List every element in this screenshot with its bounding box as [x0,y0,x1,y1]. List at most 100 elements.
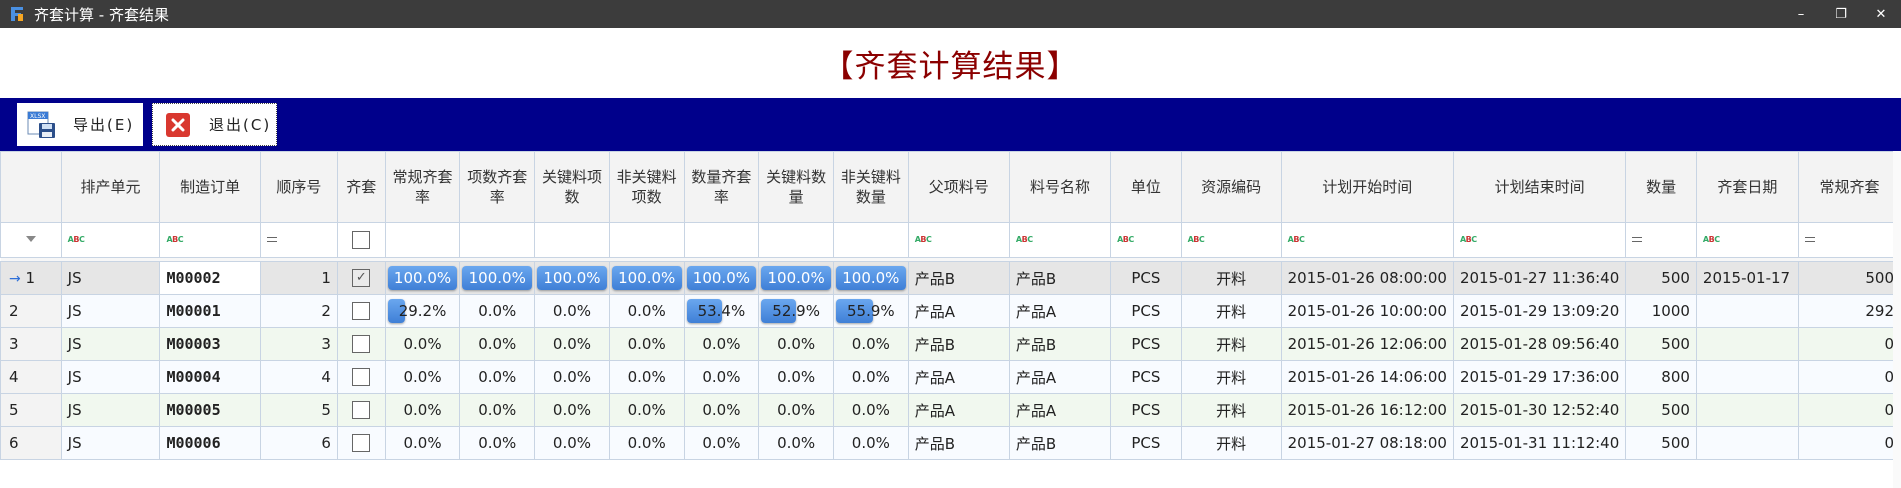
exit-button[interactable]: 退出(C) [152,103,277,146]
cell-rate[interactable]: 0.0% [384,393,461,427]
cell-uom[interactable]: PCS [1110,294,1182,328]
cell-unit[interactable]: JS [60,393,161,427]
kit-checkbox[interactable] [352,434,371,453]
column-header[interactable]: 常规齐套率 [384,151,461,223]
filter-cell[interactable] [683,222,760,258]
cell-end[interactable]: 2015-01-29 17:36:00 [1452,360,1627,394]
cell-resource[interactable]: 开料 [1180,327,1282,361]
cell-rate[interactable]: 0.0% [683,327,760,361]
cell-rate[interactable]: 0.0% [459,393,536,427]
cell-parent[interactable]: 产品A [907,294,1010,328]
table-row[interactable]: 3 JS M00003 3 0.0% 0.0% 0.0% 0.0% 0.0% 0.0% 0.0% 产品… [0,327,1901,361]
cell-kitdate[interactable] [1695,360,1799,394]
cell-rate[interactable]: 0.0% [459,360,536,394]
cell-rate[interactable]: 0.0% [758,393,834,427]
cell-qty[interactable]: 800 [1625,360,1697,394]
cell-regular[interactable]: 0 [1797,360,1901,394]
filter-cell[interactable]: ABC [1110,222,1182,258]
cell-rate[interactable]: 0.0% [534,327,610,361]
cell-qty[interactable]: 500 [1625,327,1697,361]
cell-seq[interactable]: 2 [259,294,338,328]
cell-order[interactable]: M00003 [159,327,261,361]
cell-rate[interactable]: 100.0% [384,261,461,295]
table-row[interactable]: 5 JS M00005 5 0.0% 0.0% 0.0% 0.0% 0.0% 0.0% 0.0% 产品… [0,393,1901,427]
column-header[interactable]: 计划结束时间 [1452,151,1627,223]
cell-rate[interactable]: 55.9% [832,294,909,328]
cell-seq[interactable]: 4 [259,360,338,394]
cell-parent[interactable]: 产品A [907,360,1010,394]
cell-rate[interactable]: 0.0% [534,294,610,328]
cell-rate[interactable]: 100.0% [758,261,834,295]
cell-rate[interactable]: 0.0% [534,393,610,427]
filter-cell[interactable] [259,222,338,258]
cell-regular[interactable]: 292 [1797,294,1901,328]
cell-seq[interactable]: 6 [259,426,338,460]
vertical-scrollbar[interactable] [1893,151,1901,488]
cell-unit[interactable]: JS [60,360,161,394]
cell-regular[interactable]: 500 [1797,261,1901,295]
cell-rate[interactable]: 0.0% [534,360,610,394]
cell-qty[interactable]: 500 [1625,393,1697,427]
cell-kitdate[interactable]: 2015-01-17 [1695,261,1799,295]
column-header[interactable]: 关键料数量 [758,151,834,223]
kit-checkbox[interactable] [352,302,371,321]
filter-cell[interactable] [832,222,909,258]
cell-rate[interactable]: 29.2% [384,294,461,328]
kit-checkbox[interactable] [352,335,371,354]
cell-rate[interactable]: 0.0% [758,327,834,361]
cell-order[interactable]: M00002 [159,261,261,295]
row-header[interactable]: → 1 [0,261,62,295]
cell-uom[interactable]: PCS [1110,426,1182,460]
filter-cell[interactable] [608,222,685,258]
cell-name[interactable]: 产品B [1008,261,1112,295]
cell-rate[interactable]: 53.4% [683,294,760,328]
cell-end[interactable]: 2015-01-30 12:52:40 [1452,393,1627,427]
filter-cell[interactable]: ABC [1452,222,1627,258]
cell-resource[interactable]: 开料 [1180,360,1282,394]
cell-kit[interactable] [336,360,386,394]
cell-uom[interactable]: PCS [1110,360,1182,394]
cell-rate[interactable]: 0.0% [384,360,461,394]
cell-rate[interactable]: 0.0% [683,360,760,394]
filter-cell[interactable] [459,222,536,258]
filter-cell[interactable]: ABC [1280,222,1454,258]
cell-kit[interactable] [336,294,386,328]
cell-qty[interactable]: 500 [1625,426,1697,460]
cell-unit[interactable]: JS [60,261,161,295]
cell-parent[interactable]: 产品B [907,261,1010,295]
cell-rate[interactable]: 0.0% [608,393,685,427]
cell-parent[interactable]: 产品B [907,327,1010,361]
filter-cell[interactable]: ABC [1180,222,1282,258]
minimize-button[interactable]: – [1781,0,1821,28]
cell-uom[interactable]: PCS [1110,261,1182,295]
filter-cell[interactable]: ABC [907,222,1010,258]
cell-rate[interactable]: 0.0% [608,426,685,460]
cell-kit[interactable] [336,327,386,361]
column-header[interactable]: 资源编码 [1180,151,1282,223]
cell-resource[interactable]: 开料 [1180,393,1282,427]
cell-rate[interactable]: 0.0% [459,294,536,328]
close-button[interactable]: ✕ [1861,0,1901,28]
column-header[interactable]: 顺序号 [259,151,338,223]
row-header[interactable]: 6 [0,426,62,460]
cell-parent[interactable]: 产品A [907,393,1010,427]
table-row[interactable]: 2 JS M00001 2 29.2% 0.0% 0.0% 0.0% 53.4% 52.9% 55.… [0,294,1901,328]
table-row[interactable]: 4 JS M00004 4 0.0% 0.0% 0.0% 0.0% 0.0% 0.0% 0.0% 产品… [0,360,1901,394]
column-header[interactable]: 数量齐套率 [683,151,760,223]
cell-name[interactable]: 产品A [1008,393,1112,427]
cell-start[interactable]: 2015-01-26 14:06:00 [1280,360,1454,394]
table-row[interactable]: → 1 JS M00002 1 ✓ 100.0% 100.0% 100.0% 100.0% 100… [0,261,1901,295]
cell-rate[interactable]: 0.0% [832,426,909,460]
column-header[interactable]: 非关键料数量 [832,151,909,223]
filter-cell[interactable]: ABC [1008,222,1112,258]
cell-uom[interactable]: PCS [1110,393,1182,427]
row-header[interactable]: 5 [0,393,62,427]
cell-end[interactable]: 2015-01-31 11:12:40 [1452,426,1627,460]
cell-rate[interactable]: 0.0% [683,426,760,460]
cell-rate[interactable]: 0.0% [459,327,536,361]
column-header[interactable]: 单位 [1110,151,1182,223]
column-header[interactable]: 排产单元 [60,151,161,223]
cell-end[interactable]: 2015-01-28 09:56:40 [1452,327,1627,361]
cell-rate[interactable]: 100.0% [608,261,685,295]
cell-rate[interactable]: 0.0% [384,426,461,460]
